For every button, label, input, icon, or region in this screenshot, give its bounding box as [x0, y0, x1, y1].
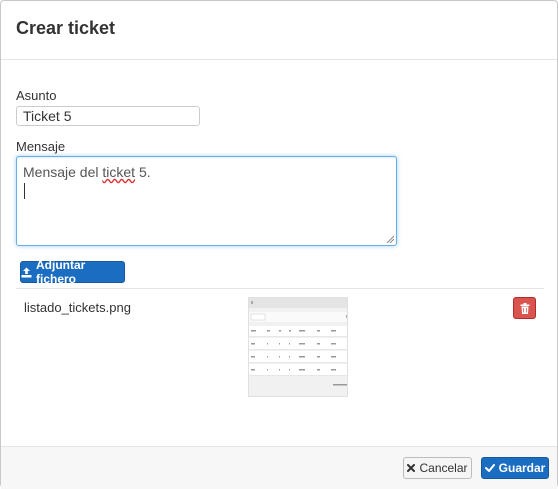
- check-icon: [484, 464, 495, 472]
- subject-label: Asunto: [16, 88, 57, 103]
- message-label: Mensaje: [16, 139, 66, 154]
- cancel-label: Cancelar: [419, 461, 468, 475]
- text-caret: [24, 183, 25, 199]
- message-textarea[interactable]: Mensaje del ticket 5.: [16, 156, 397, 246]
- resize-handle-icon[interactable]: [386, 235, 394, 243]
- cancel-button[interactable]: Cancelar: [403, 457, 472, 479]
- delete-attachment-button[interactable]: [513, 297, 536, 319]
- save-button[interactable]: Guardar: [481, 457, 549, 479]
- message-text-suffix: 5.: [135, 164, 151, 180]
- modal-title: Crear ticket: [16, 18, 116, 38]
- attachments-divider: [16, 288, 544, 289]
- attach-file-label: Adjuntar fichero: [36, 258, 86, 286]
- close-icon: [407, 464, 416, 472]
- create-ticket-modal: Crear ticket Asunto Mensaje Mensaje del …: [0, 0, 558, 489]
- save-label: Guardar: [498, 461, 546, 475]
- message-text-misspelled: ticket: [102, 164, 136, 180]
- attach-file-button[interactable]: Adjuntar fichero: [20, 258, 125, 286]
- trash-icon: [520, 302, 530, 314]
- modal-footer: [1, 446, 557, 489]
- message-text-prefix: Mensaje del: [23, 164, 103, 180]
- subject-input[interactable]: [16, 106, 200, 126]
- attachment-thumbnail: [248, 297, 348, 397]
- modal-header: Crear ticket: [1, 1, 557, 60]
- upload-icon: [21, 267, 32, 278]
- attachment-file-name: listado_tickets.png: [24, 300, 131, 315]
- message-text: Mensaje del ticket 5.: [23, 163, 390, 181]
